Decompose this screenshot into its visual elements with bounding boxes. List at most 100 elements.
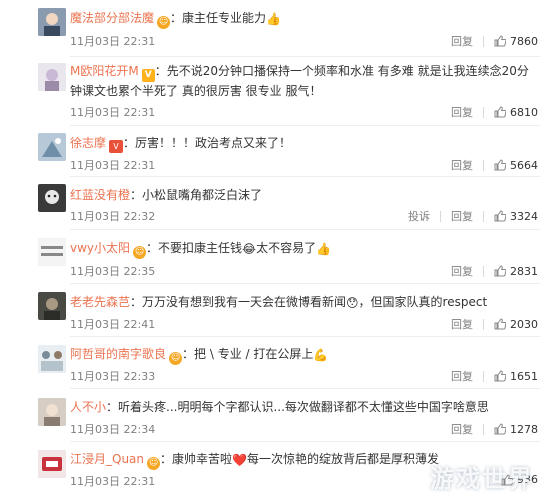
comment-meta: 11月03日 22:32 投诉 回复 3324 (70, 208, 538, 224)
like-count: 6810 (510, 105, 538, 119)
thumbs-up-emoji-icon: 👍 (316, 242, 332, 256)
comment-body: 太不容易了 (256, 241, 317, 255)
divider (483, 35, 484, 47)
comment-body: ：康主任专业能力 (170, 11, 267, 25)
report-button[interactable]: 投诉 (408, 208, 430, 224)
divider (70, 229, 540, 230)
like-button[interactable]: 6810 (494, 106, 538, 119)
reply-button[interactable]: 回复 (451, 368, 473, 384)
divider (483, 159, 484, 171)
like-count: 7860 (510, 34, 538, 48)
flexed-arm-emoji-icon: 💪 (313, 348, 329, 362)
comment-meta: 11月03日 22:41 回复 2030 (70, 316, 538, 332)
divider (483, 370, 484, 382)
divider (70, 176, 540, 177)
comment-username[interactable]: 魔法部分部法魔 (70, 11, 154, 25)
reply-button[interactable]: 回复 (451, 33, 473, 49)
comment-text: 红蓝没有橙：小松鼠嘴角都泛白沫了 (70, 186, 538, 205)
comment-time: 11月03日 22:31 (70, 159, 156, 172)
reply-button[interactable]: 回复 (451, 263, 473, 279)
comment-username[interactable]: 人不小 (70, 400, 106, 414)
like-button[interactable]: 2030 (494, 318, 538, 331)
like-icon (494, 159, 506, 171)
avatar[interactable] (38, 63, 66, 91)
divider (70, 56, 540, 57)
reply-button[interactable]: 回复 (451, 316, 473, 332)
comment-username[interactable]: 徐志摩 (70, 136, 106, 150)
like-icon (494, 35, 506, 47)
comment-time: 11月03日 22:35 (70, 265, 156, 278)
heart-emoji-icon: ❤️ (232, 453, 247, 467)
comment-text: 老老先森芑：万万没有想到我有一天会在微博看新闻😯，但国家队真的respect (70, 293, 538, 312)
comment-text: 徐志摩 V ：厉害！！！政治考点又来了！ (70, 134, 538, 153)
comment-username[interactable]: 老老先森芑 (70, 295, 130, 309)
comment-username[interactable]: 江浸月_Quan (70, 452, 144, 466)
reply-button[interactable]: 回复 (451, 104, 473, 120)
avatar[interactable] (38, 238, 66, 266)
comment-text: 阿哲哥的南字歌良 ☺ ：把 \ 专业 / 打在公屏上💪 (70, 345, 538, 365)
like-icon (494, 265, 506, 277)
comment-body: ：万万没有想到我有一天会在微博看新闻 (130, 295, 347, 309)
comment-username[interactable]: M欧阳花开M (70, 64, 139, 78)
comment-body: ，但国家队真的respect (358, 295, 488, 309)
avatar[interactable] (38, 450, 66, 478)
like-icon (494, 210, 506, 222)
avatar[interactable] (38, 184, 66, 212)
comment-time: 11月03日 22:32 (70, 210, 156, 223)
like-button[interactable]: 1278 (494, 423, 538, 436)
avatar[interactable] (38, 345, 66, 373)
watermark: 游戏世界 (430, 465, 534, 493)
like-button[interactable]: 3324 (494, 210, 538, 223)
like-button[interactable]: 7860 (494, 35, 538, 48)
reply-button[interactable]: 回复 (451, 421, 473, 437)
comment-username[interactable]: vwy小太阳 (70, 241, 130, 255)
vip-badge-icon: V (109, 140, 124, 153)
like-count: 2831 (510, 264, 538, 278)
avatar[interactable] (38, 292, 66, 320)
divider (440, 210, 441, 222)
like-count: 1278 (510, 422, 538, 436)
divider (483, 106, 484, 118)
divider (70, 125, 540, 126)
comment-time: 11月03日 22:41 (70, 318, 156, 331)
avatar[interactable] (38, 398, 66, 426)
comment-username[interactable]: 红蓝没有橙 (70, 188, 130, 202)
comment-body: ：厉害！！！政治考点又来了！ (123, 136, 292, 150)
member-badge-icon: ☺ (133, 246, 147, 259)
member-badge-icon: ☺ (169, 352, 183, 365)
comment-meta: 11月03日 22:31 回复 7860 (70, 33, 538, 49)
reply-button[interactable]: 回复 (451, 208, 473, 224)
thumbs-up-emoji-icon: 👍 (266, 12, 281, 26)
like-icon (494, 318, 506, 330)
member-badge-icon: ☺ (157, 16, 171, 29)
comment-username[interactable]: 阿哲哥的南字歌良 (70, 347, 166, 361)
comment-time: 11月03日 22:33 (70, 370, 156, 383)
divider (483, 423, 484, 435)
like-count: 5664 (510, 158, 538, 172)
divider (483, 318, 484, 330)
like-icon (494, 106, 506, 118)
like-button[interactable]: 5664 (494, 159, 538, 172)
comment-body: ：康帅幸苦啦 (160, 452, 233, 466)
avatar[interactable] (38, 8, 66, 36)
like-button[interactable]: 2831 (494, 265, 538, 278)
comment-meta: 11月03日 22:33 回复 1651 (70, 368, 538, 384)
comment-time: 11月03日 22:31 (70, 106, 156, 119)
like-button[interactable]: 1651 (494, 370, 538, 383)
comment-time: 11月03日 22:31 (70, 35, 156, 48)
comment-meta: 11月03日 22:34 回复 1278 (70, 421, 538, 437)
like-count: 2030 (510, 317, 538, 331)
divider (70, 336, 540, 337)
comment-body: ：小松鼠嘴角都泛白沫了 (130, 188, 263, 202)
laughing-emoji-icon: 😂 (242, 242, 257, 256)
reply-button[interactable]: 回复 (451, 157, 473, 173)
member-badge-icon: ☺ (147, 457, 161, 470)
comment-text: M欧阳花开M V ：先不说20分钟口播保持一个频率和水准 有多难 就是让我连续念20… (70, 62, 538, 101)
avatar[interactable] (38, 133, 66, 161)
divider (70, 441, 540, 442)
comment-text: 人不小：听着头疼...明明每个字都认识...每次做翻译都不太懂这些中国字啥意思 (70, 398, 538, 417)
comment-meta: 11月03日 22:35 回复 2831 (70, 263, 538, 279)
comment-time: 11月03日 22:34 (70, 423, 156, 436)
divider (483, 265, 484, 277)
comment-time: 11月03日 22:31 (70, 475, 156, 488)
